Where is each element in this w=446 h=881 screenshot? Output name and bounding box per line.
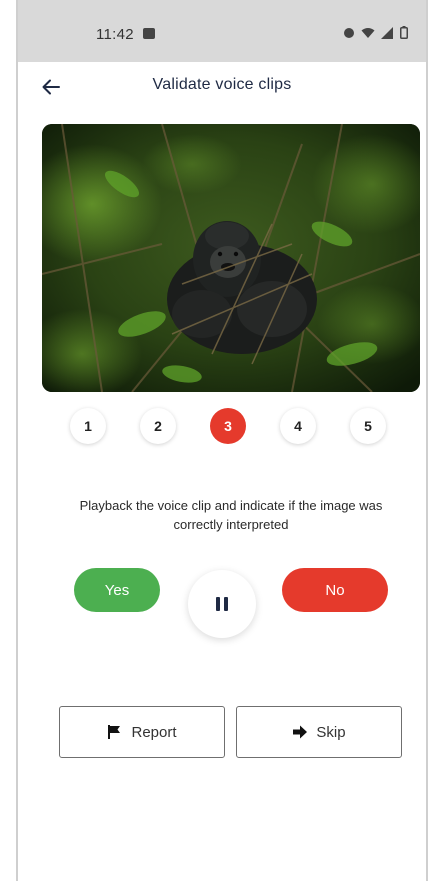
skip-label: Skip bbox=[316, 723, 346, 741]
pause-icon bbox=[216, 597, 228, 611]
status-bar: 11:42 bbox=[18, 0, 426, 62]
pause-button[interactable] bbox=[188, 570, 256, 638]
flag-icon bbox=[108, 725, 121, 739]
page-title: Validate voice clips bbox=[152, 76, 292, 93]
step-2[interactable]: 2 bbox=[140, 408, 176, 444]
skip-button[interactable]: Skip bbox=[236, 706, 402, 758]
status-icons bbox=[343, 26, 408, 39]
step-4[interactable]: 4 bbox=[280, 408, 316, 444]
signal-icon bbox=[381, 26, 393, 39]
instruction-text: Playback the voice clip and indicate if … bbox=[79, 498, 383, 532]
report-label: Report bbox=[131, 723, 177, 741]
phone-screen: 11:42 Validate voice clips 1 2 3 4 5 Pla… bbox=[16, 0, 428, 881]
step-5[interactable]: 5 bbox=[350, 408, 386, 444]
page: 11:42 Validate voice clips 1 2 3 4 5 Pla… bbox=[0, 0, 446, 881]
step-indicator: 1 2 3 4 5 bbox=[70, 408, 390, 448]
yes-button[interactable]: Yes bbox=[74, 568, 160, 612]
status-time: 11:42 bbox=[96, 26, 134, 43]
arrow-right-icon bbox=[293, 725, 308, 739]
step-3-active[interactable]: 3 bbox=[210, 408, 246, 444]
gorilla-photo bbox=[42, 124, 420, 392]
report-button[interactable]: Report bbox=[59, 706, 225, 758]
battery-icon bbox=[400, 26, 408, 39]
gallery-icon bbox=[143, 28, 155, 39]
no-button[interactable]: No bbox=[282, 568, 388, 612]
step-1[interactable]: 1 bbox=[70, 408, 106, 444]
record-icon bbox=[344, 27, 354, 38]
wifi-icon bbox=[361, 27, 375, 38]
